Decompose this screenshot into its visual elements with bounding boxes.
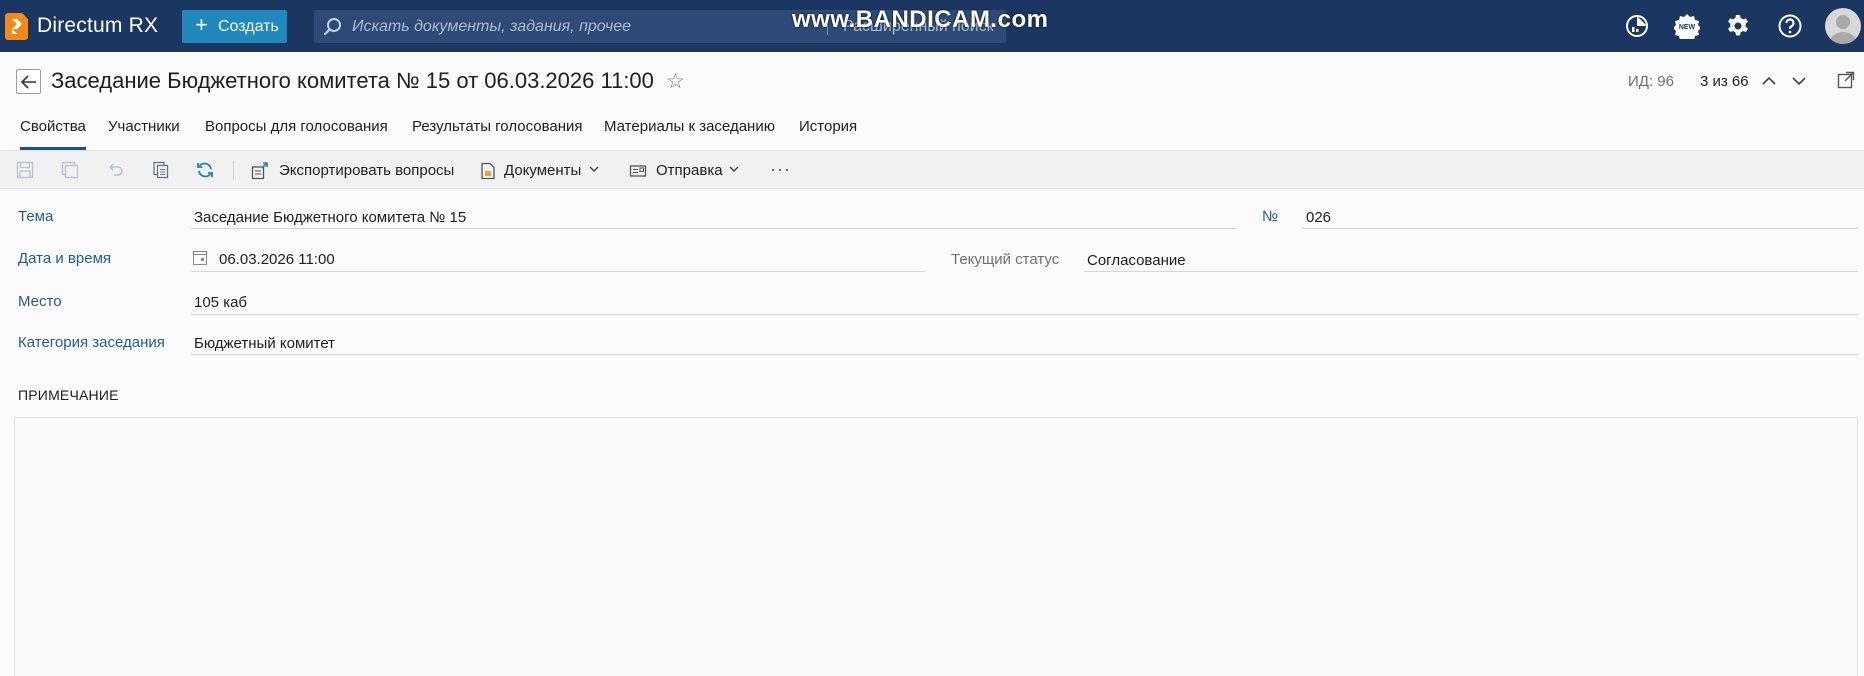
subject-field[interactable]: Заседание Бюджетного комитета № 15: [194, 209, 466, 226]
toolbar: Экспортировать вопросы Документы Отправк…: [0, 151, 1864, 189]
subject-underline: [191, 228, 1237, 229]
search-icon: [323, 18, 341, 36]
chevron-down-icon[interactable]: [1790, 72, 1808, 90]
tab-voting-questions[interactable]: Вопросы для голосования: [205, 116, 388, 150]
chevron-down-icon: [589, 166, 599, 172]
datetime-underline: [191, 271, 925, 272]
send-label: Отправка: [656, 162, 723, 179]
number-label: №: [1262, 208, 1279, 225]
datetime-label: Дата и время: [18, 250, 112, 267]
toolbar-separator: [233, 161, 234, 180]
svg-text:NEW: NEW: [1679, 24, 1696, 31]
tab-meeting-materials[interactable]: Материалы к заседанию: [604, 116, 775, 150]
undo-icon[interactable]: [106, 161, 124, 179]
new-items-icon[interactable]: NEW: [1674, 13, 1700, 39]
back-button[interactable]: [16, 69, 41, 94]
status-underline: [1084, 271, 1858, 272]
save-and-close-icon[interactable]: [61, 161, 79, 179]
category-underline: [191, 354, 1858, 355]
arrow-left-icon: [21, 75, 36, 89]
tab-participants[interactable]: Участники: [108, 116, 180, 150]
datetime-field[interactable]: 06.03.2026 11:00: [219, 251, 335, 268]
number-underline: [1302, 228, 1858, 229]
more-actions-button[interactable]: ···: [770, 159, 791, 180]
category-label: Категория заседания: [18, 334, 165, 351]
calendar-icon[interactable]: [193, 250, 207, 265]
number-field[interactable]: 026: [1306, 209, 1331, 226]
send-envelope-icon: [629, 165, 647, 177]
note-textarea[interactable]: [14, 417, 1858, 676]
directum-logo-icon[interactable]: [4, 11, 30, 41]
place-underline: [191, 314, 1858, 315]
settings-gear-icon[interactable]: [1725, 13, 1751, 39]
user-avatar-icon: [1829, 15, 1857, 44]
tab-properties[interactable]: Свойства: [20, 116, 86, 150]
export-questions-label: Экспортировать вопросы: [279, 162, 455, 179]
record-id: ИД: 96: [1628, 73, 1674, 90]
user-avatar[interactable]: [1825, 8, 1861, 44]
chevron-up-icon[interactable]: [1760, 72, 1778, 90]
note-section-title: ПРИМЕЧАНИЕ: [18, 387, 119, 403]
place-label: Место: [18, 293, 62, 310]
top-bar: Directum RX + Создать Расширенный поиск …: [0, 0, 1864, 52]
save-icon[interactable]: [16, 161, 34, 179]
create-button-label: Создать: [218, 18, 279, 35]
category-field[interactable]: Бюджетный комитет: [194, 335, 335, 352]
analytics-icon[interactable]: [1624, 13, 1650, 39]
copy-icon[interactable]: [152, 161, 170, 179]
tab-voting-results[interactable]: Результаты голосования: [412, 116, 583, 150]
watermark: www.BANDICAM.com: [792, 6, 1049, 33]
refresh-icon[interactable]: [196, 161, 214, 179]
app-title[interactable]: Directum RX: [37, 14, 158, 38]
chevron-down-icon: [729, 166, 739, 172]
help-icon[interactable]: [1777, 13, 1803, 39]
subject-label: Тема: [18, 208, 54, 225]
open-in-new-window-icon[interactable]: [1837, 71, 1855, 89]
record-pager: 3 из 66: [1700, 73, 1749, 90]
tab-history[interactable]: История: [799, 116, 857, 150]
favorite-star-icon[interactable]: ☆: [666, 69, 685, 94]
document-icon: [481, 162, 495, 180]
place-field[interactable]: 105 каб: [194, 294, 247, 311]
create-button[interactable]: + Создать: [182, 10, 287, 43]
page-title: Заседание Бюджетного комитета № 15 от 06…: [51, 68, 654, 93]
plus-icon: +: [195, 12, 208, 37]
documents-label: Документы: [504, 162, 582, 179]
export-icon: [251, 162, 268, 180]
status-field[interactable]: Согласование: [1087, 252, 1186, 269]
search-input[interactable]: [352, 16, 772, 38]
status-label: Текущий статус: [951, 251, 1060, 268]
